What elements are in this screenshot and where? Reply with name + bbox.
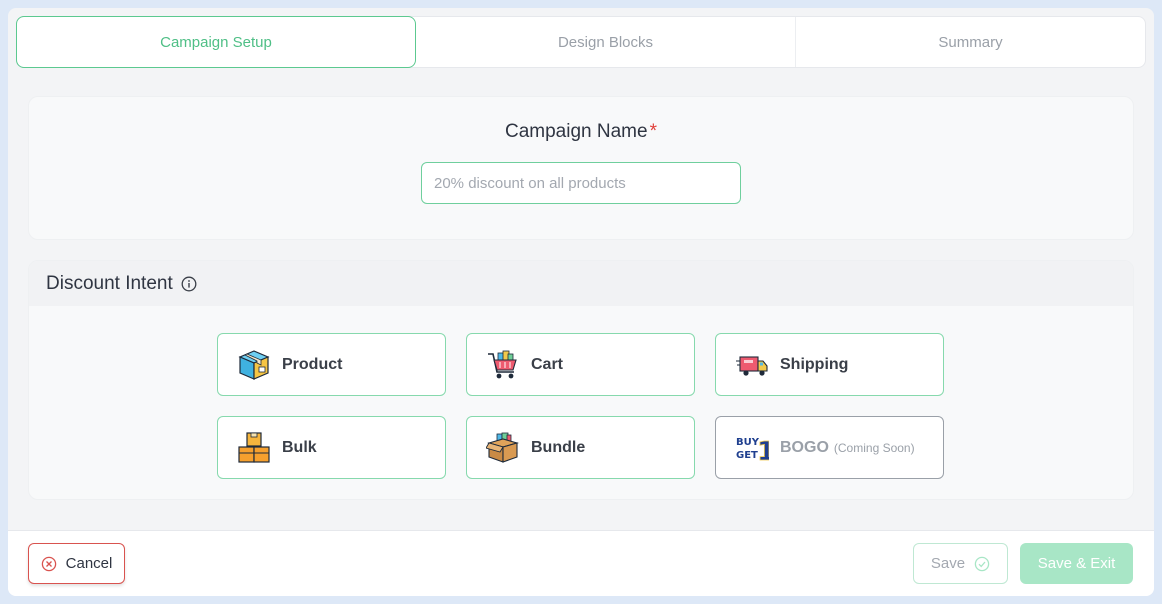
svg-text:GET: GET	[736, 450, 758, 461]
save-exit-label: Save & Exit	[1037, 555, 1116, 572]
save-button[interactable]: Save	[913, 543, 1008, 584]
campaign-name-card: Campaign Name *	[28, 96, 1134, 240]
stacked-boxes-icon	[237, 431, 271, 465]
discount-intent-title: Discount Intent	[46, 272, 173, 294]
intent-option-product[interactable]: Product	[217, 333, 446, 396]
campaign-name-label: Campaign Name *	[505, 121, 657, 142]
info-icon[interactable]	[181, 276, 197, 292]
intent-option-label: Bulk	[282, 438, 317, 456]
check-circle-icon	[974, 556, 990, 572]
tab-campaign-setup[interactable]: Campaign Setup	[16, 16, 416, 68]
intent-option-shipping[interactable]: Shipping	[715, 333, 944, 396]
intent-option-bogo: BUY GET 1 BOGO (Coming Soon)	[715, 416, 944, 479]
discount-intent-header: Discount Intent	[29, 261, 1133, 306]
intent-option-label: Cart	[531, 355, 564, 373]
campaign-name-input[interactable]	[421, 162, 741, 204]
action-footer: Cancel Save Save & Exit	[8, 530, 1154, 596]
intent-option-label: BOGO	[780, 438, 829, 456]
cancel-label: Cancel	[65, 555, 113, 572]
intent-option-cart[interactable]: Cart	[466, 333, 695, 396]
step-tabs: Campaign Setup Design Blocks Summary	[16, 16, 1146, 68]
bundle-box-icon	[485, 431, 520, 465]
save-and-exit-button[interactable]: Save & Exit	[1020, 543, 1133, 584]
coming-soon-note: (Coming Soon)	[833, 440, 915, 455]
discount-intent-card: Discount Intent Product Cart Shipping Bu…	[28, 260, 1134, 500]
tab-design-blocks[interactable]: Design Blocks	[416, 17, 796, 67]
cancel-button[interactable]: Cancel	[28, 543, 125, 584]
intent-option-label: Product	[282, 355, 343, 373]
intent-option-label: Shipping	[780, 355, 849, 373]
intent-option-bulk[interactable]: Bulk	[217, 416, 446, 479]
close-circle-icon	[41, 556, 57, 572]
svg-text:1: 1	[757, 437, 769, 465]
required-marker: *	[649, 121, 657, 142]
save-label: Save	[930, 555, 966, 572]
delivery-truck-icon	[735, 348, 769, 382]
intent-option-bundle[interactable]: Bundle	[466, 416, 695, 479]
shopping-cart-icon	[486, 348, 520, 382]
buy-get-one-icon: BUY GET 1	[735, 431, 775, 467]
campaign-editor-panel: Campaign Setup Design Blocks Summary Cam…	[8, 8, 1154, 596]
tab-summary[interactable]: Summary	[796, 17, 1145, 67]
intent-option-label: Bundle	[531, 438, 586, 456]
discount-intent-options: Product Cart Shipping Bulk Bundle BUY GE…	[217, 333, 944, 479]
product-box-icon	[237, 348, 271, 382]
